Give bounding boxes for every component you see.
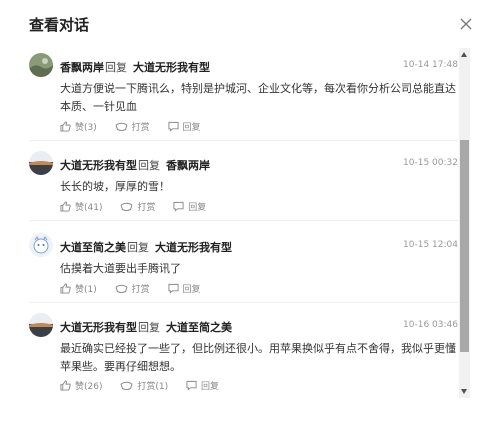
comment-time: 10-15 12:04 (403, 240, 458, 250)
comment-time: 10-15 00:32 (403, 158, 458, 168)
reward-label: 打赏 (137, 203, 156, 213)
reward-label: 打赏 (131, 285, 150, 295)
divider (29, 302, 458, 303)
reply-target-name[interactable]: 大道无形我有型 (155, 241, 232, 254)
comment-header: 大道至简之美回复 大道无形我有型 (60, 239, 232, 255)
comment-text: 长长的坡，厚厚的雪！ (60, 180, 170, 193)
sunset-avatar-icon (29, 151, 53, 175)
reward-label: 打赏(1) (137, 382, 169, 392)
like-label: 赞(41) (75, 203, 103, 213)
sunset-avatar-icon (29, 313, 53, 337)
divider (29, 140, 458, 141)
comment-text: 估摸着大道要出手腾讯了 (60, 262, 181, 275)
reply-button[interactable]: 回复 (173, 200, 206, 213)
comment-actions: 赞(26) 打赏(1) 回复 (60, 379, 234, 394)
avatar[interactable] (29, 151, 53, 175)
conversation-list: 香飘两岸回复 大道无形我有型 10-14 17:48 大道方便说一下腾讯么，特别是… (0, 48, 458, 398)
reply-target-name[interactable]: 大道至简之美 (166, 321, 232, 334)
like-button[interactable]: 赞(41) (60, 200, 102, 213)
like-label: 赞(1) (75, 285, 97, 295)
reward-icon (120, 202, 133, 211)
comment-time: 10-14 17:48 (403, 60, 458, 70)
thumbs-up-icon (60, 283, 71, 294)
scroll-up-arrow-icon[interactable] (461, 52, 467, 57)
like-button[interactable]: 赞(3) (60, 120, 97, 133)
comment-icon (186, 380, 197, 391)
scrollbar[interactable] (459, 48, 470, 398)
comment-text: 大道方便说一下腾讯么，特别是护城河、企业文化等，每次看你分析公司总能直达本质、一… (60, 82, 456, 113)
reward-icon (120, 381, 133, 390)
reply-label: 回复 (188, 203, 207, 213)
reward-icon (115, 122, 128, 131)
thumbs-up-icon (60, 201, 71, 212)
reply-word: 回复 (138, 321, 160, 334)
reply-button[interactable]: 回复 (167, 282, 201, 295)
reply-button[interactable]: 回复 (167, 120, 201, 133)
comment-actions: 赞(41) 打赏 回复 (60, 200, 221, 215)
dialog-header: 查看对话 (0, 0, 500, 48)
reward-button[interactable]: 打赏(1) (120, 379, 168, 392)
comment-text: 最近确实已经投了一些了，但比例还很小。用苹果换似乎有点不舍得，我似乎更懂苹果些。… (60, 342, 456, 373)
reply-word: 回复 (138, 159, 160, 172)
scroll-down-arrow-icon[interactable] (461, 389, 467, 394)
reply-target-name[interactable]: 大道无形我有型 (133, 61, 210, 74)
landscape-avatar-icon (29, 53, 53, 77)
dialog-title: 查看对话 (29, 16, 90, 34)
close-icon[interactable] (457, 15, 475, 33)
thumbs-up-icon (60, 380, 71, 391)
reward-label: 打赏 (131, 123, 150, 133)
author-name[interactable]: 大道至简之美 (60, 241, 126, 254)
cartoon-avatar-icon (29, 233, 53, 257)
like-button[interactable]: 赞(1) (60, 282, 97, 295)
comment-header: 香飘两岸回复 大道无形我有型 (60, 59, 210, 75)
reward-button[interactable]: 打赏 (115, 282, 150, 295)
reward-button[interactable]: 打赏 (115, 120, 150, 133)
comment-icon (173, 201, 184, 212)
reward-button[interactable]: 打赏 (120, 200, 155, 213)
avatar[interactable] (29, 53, 53, 77)
reply-button[interactable]: 回复 (186, 379, 219, 392)
like-label: 赞(26) (75, 382, 103, 392)
reply-word: 回复 (105, 61, 127, 74)
divider (29, 220, 458, 221)
avatar[interactable] (29, 313, 53, 337)
author-name[interactable]: 大道无形我有型 (60, 159, 137, 172)
comment-time: 10-16 03:46 (403, 320, 458, 330)
reply-target-name[interactable]: 香飘两岸 (166, 159, 210, 172)
reply-word: 回复 (127, 241, 149, 254)
comment-header: 大道无形我有型回复 香飘两岸 (60, 157, 210, 173)
reply-label: 回复 (200, 382, 219, 392)
author-name[interactable]: 香飘两岸 (60, 61, 104, 74)
comment-icon (167, 283, 179, 294)
comment-actions: 赞(1) 打赏 回复 (60, 282, 216, 297)
like-label: 赞(3) (75, 123, 97, 133)
comment-actions: 赞(3) 打赏 回复 (60, 120, 216, 135)
thumbs-up-icon (60, 121, 71, 132)
scrollbar-thumb[interactable] (460, 140, 469, 352)
avatar[interactable] (29, 233, 53, 257)
author-name[interactable]: 大道无形我有型 (60, 321, 137, 334)
like-button[interactable]: 赞(26) (60, 379, 102, 392)
reply-label: 回复 (182, 285, 201, 295)
comment-icon (167, 121, 179, 132)
reply-label: 回复 (182, 123, 201, 133)
reward-icon (115, 284, 128, 293)
comment-header: 大道无形我有型回复 大道至简之美 (60, 319, 232, 335)
